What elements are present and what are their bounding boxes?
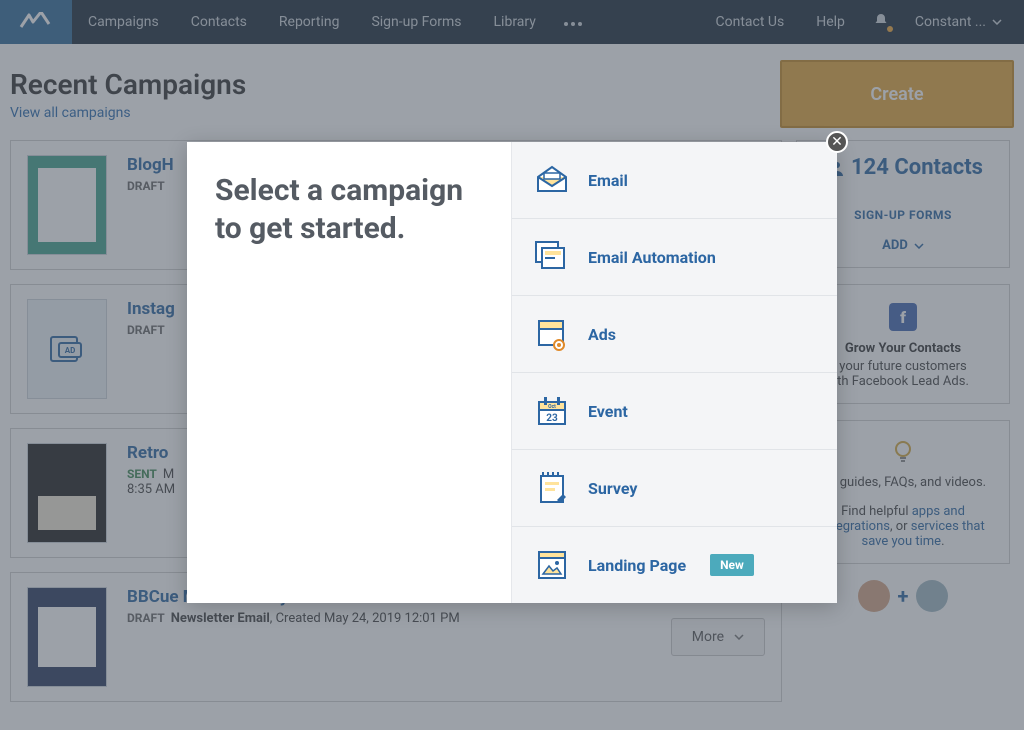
modal-option-label: Event	[588, 402, 628, 421]
modal-option-automation[interactable]: Email Automation	[512, 219, 837, 296]
modal-option-ads[interactable]: Ads	[512, 296, 837, 373]
modal-option-label: Landing Page	[588, 556, 686, 575]
modal-option-event[interactable]: Oct 23 Event	[512, 373, 837, 450]
modal-option-email[interactable]: Email	[512, 142, 837, 219]
modal-heading: Select a campaign to get started.	[215, 172, 483, 247]
close-icon[interactable]: ✕	[826, 131, 848, 153]
automation-icon	[534, 239, 570, 275]
modal-overlay[interactable]: ✕ Select a campaign to get started. Emai…	[0, 0, 1024, 730]
landing-page-icon	[534, 547, 570, 583]
modal-option-label: Email	[588, 171, 628, 190]
event-icon: Oct 23	[534, 393, 570, 429]
modal-option-landing-page[interactable]: Landing Page New	[512, 527, 837, 603]
campaign-type-modal: ✕ Select a campaign to get started. Emai…	[187, 142, 837, 603]
modal-option-label: Survey	[588, 479, 637, 498]
ads-icon	[534, 316, 570, 352]
svg-text:Oct: Oct	[548, 404, 556, 410]
modal-option-label: Ads	[588, 325, 616, 344]
modal-option-survey[interactable]: Survey	[512, 450, 837, 527]
survey-icon	[534, 470, 570, 506]
email-icon	[534, 162, 570, 198]
modal-option-label: Email Automation	[588, 248, 716, 267]
new-badge: New	[710, 554, 754, 576]
svg-text:23: 23	[546, 413, 558, 424]
